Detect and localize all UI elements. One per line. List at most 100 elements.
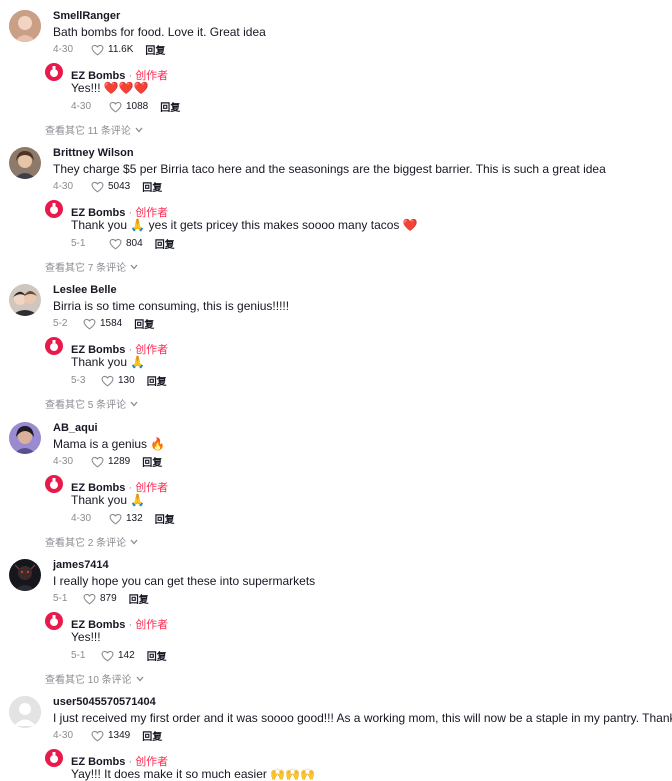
comment-meta: 4-30 1349 回复 xyxy=(53,728,162,743)
like-count: 142 xyxy=(118,650,135,661)
reply-date: 5-1 xyxy=(71,238,86,249)
view-more-label: 查看其它 5 条评论 xyxy=(45,400,127,411)
chevron-down-icon xyxy=(130,264,138,269)
comment-meta: 4-30 5043 回复 xyxy=(53,179,162,194)
reply-text: Yay!!! It does make it so much easier 🙌🙌… xyxy=(71,767,316,781)
comment-username[interactable]: james7414 xyxy=(53,559,109,571)
comment-meta: 4-30 1289 回复 xyxy=(53,454,162,469)
comment-username[interactable]: AB_aqui xyxy=(53,422,98,434)
heart-outline-icon xyxy=(109,513,122,525)
heart-outline-icon xyxy=(101,375,114,387)
view-more-label: 查看其它 11 条评论 xyxy=(45,126,131,137)
avatar[interactable] xyxy=(9,147,41,179)
like-button[interactable]: 1349 xyxy=(91,730,130,742)
like-count: 1088 xyxy=(126,101,149,112)
reply-button[interactable]: 回复 xyxy=(155,511,175,526)
view-more-replies[interactable]: 查看其它 10 条评论 xyxy=(45,671,144,686)
chevron-down-icon xyxy=(136,676,144,681)
like-count: 11.6K xyxy=(108,44,134,55)
comment-meta: 5-2 1584 回复 xyxy=(53,316,154,331)
comment-meta: 4-30 11.6K 回复 xyxy=(53,42,165,57)
comment-username[interactable]: SmellRanger xyxy=(53,10,120,22)
reply-button[interactable]: 回复 xyxy=(155,236,175,251)
ez-bombs-logo-icon[interactable] xyxy=(45,337,63,355)
comment-date: 4-30 xyxy=(53,181,74,192)
view-more-replies[interactable]: 查看其它 5 条评论 xyxy=(45,396,138,411)
like-button[interactable]: 11.6K xyxy=(91,44,133,56)
comment-date: 4-30 xyxy=(53,44,74,55)
ez-bombs-logo-icon[interactable] xyxy=(45,63,63,81)
heart-outline-icon xyxy=(83,318,96,330)
reply-button[interactable]: 回复 xyxy=(142,179,162,194)
reply-meta: 5-3 130 回复 xyxy=(71,373,167,388)
reply-button[interactable]: 回复 xyxy=(134,316,154,331)
like-button[interactable]: 1289 xyxy=(91,456,130,468)
reply-text: Thank you 🙏 xyxy=(71,355,146,369)
heart-outline-icon xyxy=(91,456,104,468)
reply-button[interactable]: 回复 xyxy=(160,99,180,114)
view-more-replies[interactable]: 查看其它 2 条评论 xyxy=(45,534,138,549)
heart-outline-icon xyxy=(83,593,96,605)
comment-text: Birria is so time consuming, this is gen… xyxy=(53,299,290,313)
chevron-down-icon xyxy=(130,539,138,544)
like-count: 1584 xyxy=(100,318,123,329)
like-button[interactable]: 142 xyxy=(101,650,135,662)
view-more-replies[interactable]: 查看其它 11 条评论 xyxy=(45,122,143,137)
comment-username[interactable]: user5045570571404 xyxy=(53,696,156,708)
comment-date: 4-30 xyxy=(53,730,74,741)
heart-outline-icon xyxy=(91,730,104,742)
reply-text: Yes!!! ❤️❤️❤️ xyxy=(71,81,149,95)
comment-username[interactable]: Brittney Wilson xyxy=(53,147,134,159)
like-button[interactable]: 1584 xyxy=(83,318,122,330)
comment-date: 5-1 xyxy=(53,593,68,604)
reply-meta: 5-1 804 回复 xyxy=(71,236,175,251)
like-count: 130 xyxy=(118,375,135,386)
chevron-down-icon xyxy=(135,127,143,132)
reply-button[interactable]: 回复 xyxy=(129,591,149,606)
separator: · xyxy=(125,619,136,631)
reply-meta: 5-1 142 回复 xyxy=(71,648,167,663)
reply-button[interactable]: 回复 xyxy=(145,42,165,57)
comment-text: They charge $5 per Birria taco here and … xyxy=(53,162,606,176)
reply-button[interactable]: 回复 xyxy=(147,648,167,663)
like-count: 132 xyxy=(126,513,143,524)
like-count: 1289 xyxy=(108,456,131,467)
reply-date: 4-30 xyxy=(71,513,92,524)
avatar[interactable] xyxy=(9,559,41,591)
reply-button[interactable]: 回复 xyxy=(147,373,167,388)
like-count: 804 xyxy=(126,238,143,249)
reply-text: Yes!!! xyxy=(71,630,101,644)
reply-button[interactable]: 回复 xyxy=(142,728,162,743)
like-button[interactable]: 132 xyxy=(109,513,143,525)
like-button[interactable]: 1088 xyxy=(109,101,148,113)
like-button[interactable]: 804 xyxy=(109,238,143,250)
like-button[interactable]: 879 xyxy=(83,593,117,605)
comment-date: 4-30 xyxy=(53,456,74,467)
like-button[interactable]: 5043 xyxy=(91,181,130,193)
reply-text: Thank you 🙏 xyxy=(71,493,146,507)
reply-date: 5-3 xyxy=(71,375,86,386)
reply-date: 4-30 xyxy=(71,101,92,112)
comment-text: Bath bombs for food. Love it. Great idea xyxy=(53,25,266,39)
avatar[interactable] xyxy=(9,422,41,454)
ez-bombs-logo-icon[interactable] xyxy=(45,749,63,767)
comment-text: I just received my first order and it wa… xyxy=(53,711,672,725)
ez-bombs-logo-icon[interactable] xyxy=(45,612,63,630)
like-count: 879 xyxy=(100,593,117,604)
avatar[interactable] xyxy=(9,10,41,42)
ez-bombs-logo-icon[interactable] xyxy=(45,475,63,493)
view-more-replies[interactable]: 查看其它 7 条评论 xyxy=(45,259,138,274)
avatar[interactable] xyxy=(9,696,41,728)
heart-outline-icon xyxy=(91,181,104,193)
comment-text: Mama is a genius 🔥 xyxy=(53,437,166,451)
like-count: 5043 xyxy=(108,181,131,192)
reply-button[interactable]: 回复 xyxy=(142,454,162,469)
avatar[interactable] xyxy=(9,284,41,316)
heart-outline-icon xyxy=(109,238,122,250)
reply-meta: 4-30 1088 回复 xyxy=(71,99,180,114)
ez-bombs-logo-icon[interactable] xyxy=(45,200,63,218)
like-button[interactable]: 130 xyxy=(101,375,135,387)
comment-username[interactable]: Leslee Belle xyxy=(53,284,117,296)
reply-text: Thank you 🙏 yes it gets pricey this make… xyxy=(71,218,418,232)
reply-meta: 4-30 132 回复 xyxy=(71,511,175,526)
